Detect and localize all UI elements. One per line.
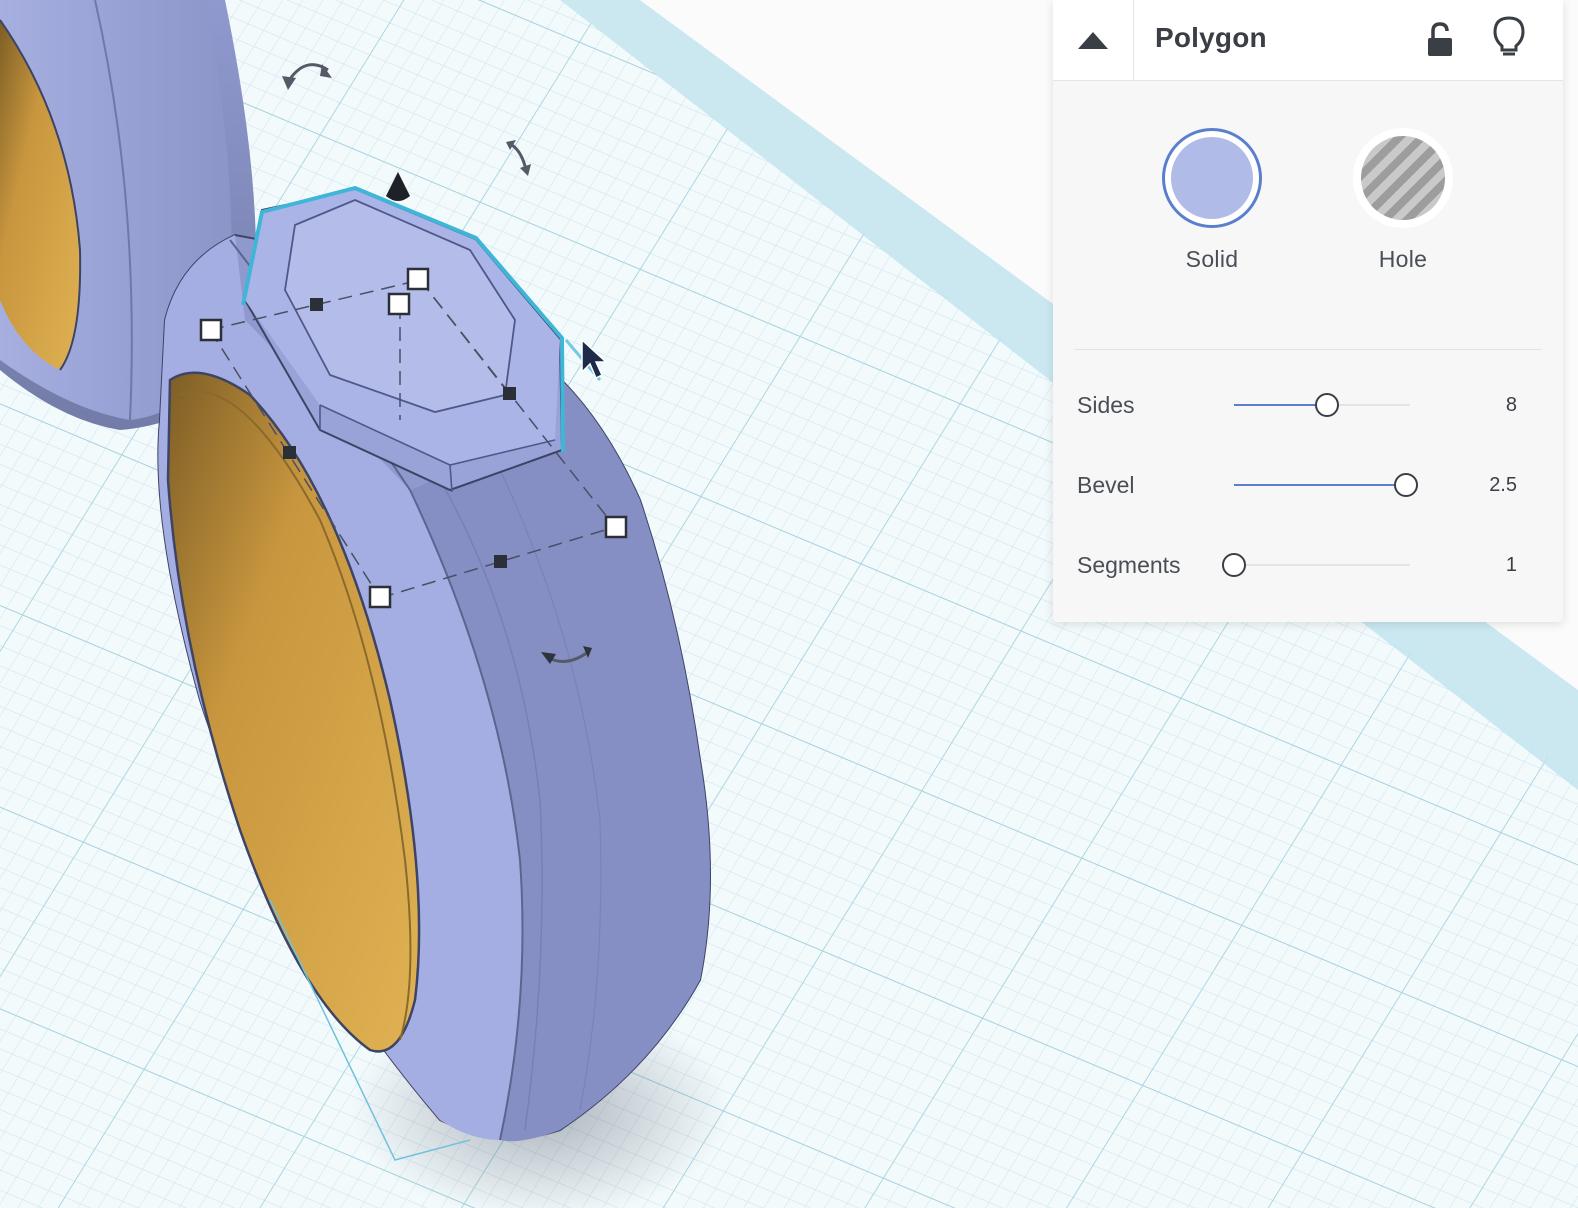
edge-handle (494, 555, 507, 568)
corner-handle (387, 292, 411, 316)
solid-swatch (1162, 128, 1262, 228)
edge-handle (310, 298, 323, 311)
panel-title: Polygon (1155, 22, 1267, 53)
bevel-slider[interactable] (1234, 473, 1418, 497)
edge-handle (283, 446, 296, 459)
unlock-icon (1428, 22, 1452, 56)
corner-handle (199, 318, 223, 342)
segments-slider-thumb[interactable] (1222, 553, 1246, 577)
sides-label: Sides (1077, 392, 1135, 418)
sides-value[interactable]: 8 (1449, 394, 1517, 417)
hole-label: Hole (1378, 246, 1428, 272)
caret-up-icon (1078, 31, 1108, 49)
corner-handle (406, 267, 430, 291)
lock-button[interactable] (1423, 20, 1459, 60)
lightbulb-icon (1493, 16, 1525, 56)
segments-value[interactable]: 1 (1449, 554, 1517, 577)
panel-header: Polygon (1053, 0, 1563, 81)
bevel-value[interactable]: 2.5 (1449, 474, 1517, 497)
sides-slider[interactable] (1234, 393, 1410, 417)
solid-option[interactable]: Solid (1157, 128, 1267, 273)
bevel-label: Bevel (1077, 472, 1135, 498)
param-row-sides: Sides 8 (1053, 386, 1563, 426)
param-row-bevel: Bevel 2.5 (1053, 466, 1563, 506)
segments-label: Segments (1077, 552, 1181, 578)
corner-handle (368, 585, 392, 609)
segments-slider[interactable] (1222, 553, 1410, 577)
shape-inspector-panel: Polygon Solid Hole Sides 8 Bevel 2.5 Seg… (1053, 0, 1563, 622)
corner-handle (604, 515, 628, 539)
hole-option[interactable]: Hole (1348, 128, 1458, 273)
sides-slider-thumb[interactable] (1315, 393, 1339, 417)
panel-divider (1075, 349, 1541, 350)
hint-button[interactable] (1489, 14, 1529, 60)
hole-swatch (1353, 128, 1453, 228)
edge-handle (503, 387, 516, 400)
param-row-segments: Segments 1 (1053, 546, 1563, 586)
collapse-panel-button[interactable] (1053, 0, 1134, 80)
solid-label: Solid (1185, 246, 1239, 272)
bevel-slider-thumb[interactable] (1394, 473, 1418, 497)
